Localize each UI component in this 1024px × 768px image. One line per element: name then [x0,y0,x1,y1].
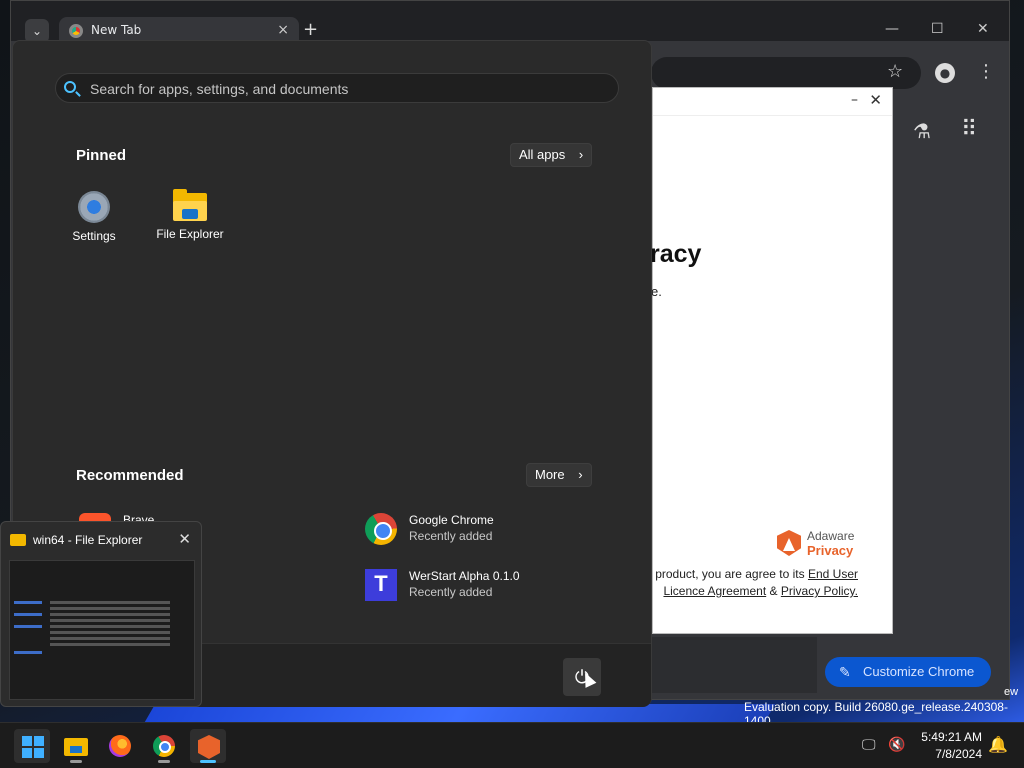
recommended-item-werstart[interactable]: T WerStart Alpha 0.1.0 Recently added [365,567,605,607]
adaware-titlebar: – ✕ [653,88,892,116]
adaware-close-button[interactable]: ✕ [869,91,882,109]
tab-close-icon[interactable]: × [277,22,289,38]
adaware-minimize-button[interactable]: – [851,92,858,108]
adaware-legal-text: product, you are agree to its End User L… [648,566,858,600]
tab-title: New Tab [91,23,142,37]
all-apps-button[interactable]: All apps › [510,143,593,167]
all-apps-label: All apps [519,147,566,162]
start-search-box[interactable] [55,73,619,103]
ntp-shortcut-area [651,637,817,693]
minimize-button[interactable]: — [885,21,899,37]
maximize-button[interactable]: ☐ [931,21,944,37]
running-indicator [200,760,216,763]
adaware-brand-name: Adaware [807,529,855,543]
bookmark-star-icon[interactable]: ☆ [887,61,903,82]
adaware-installer-dialog: – ✕ racy e. Adaware Privacy product, you… [650,87,893,634]
recommended-item-name: Google Chrome [409,513,494,527]
more-button[interactable]: More › [526,463,592,487]
pencil-icon: ✎ [839,664,851,680]
chrome-favicon-icon [69,24,83,38]
customize-chrome-label: Customize Chrome [863,664,975,679]
google-apps-grid-icon[interactable]: ⠿ [961,117,977,142]
chrome-icon [153,735,175,757]
werstart-icon: T [365,569,397,601]
chrome-menu-icon[interactable]: ⋮ [977,61,995,82]
thumbnail-title: win64 - File Explorer [33,533,143,547]
pinned-title: Pinned [76,147,127,164]
taskbar-clock[interactable]: 5:49:21 AM 7/8/2024 [921,729,982,763]
volume-muted-icon[interactable]: 🔇 [888,737,905,753]
thumbnail-window-preview [9,560,195,700]
running-indicator [158,760,170,763]
running-indicator [70,760,82,763]
recommended-item-name: WerStart Alpha 0.1.0 [409,569,520,583]
taskbar-chrome[interactable] [146,729,182,763]
folder-icon [10,534,26,546]
taskbar-firefox[interactable] [102,729,138,763]
recommended-item-subtitle: Recently added [409,585,493,599]
more-label: More [535,467,565,482]
adaware-subtitle: e. [651,284,662,299]
google-chrome-icon [365,513,397,545]
network-icon[interactable]: 🖵 [862,737,876,753]
profile-avatar-icon[interactable]: ● [935,63,955,83]
new-tab-button[interactable]: + [303,19,318,40]
legal-and: & [766,584,781,598]
firefox-icon [109,735,131,757]
taskbar-start-button[interactable] [14,729,50,763]
chevron-right-icon: › [578,467,583,482]
pinned-app-settings[interactable]: Settings [49,191,139,243]
recommended-title: Recommended [76,467,184,484]
settings-gear-icon [78,191,110,223]
adaware-brand-product: Privacy [807,543,854,558]
chrome-tab-bar: ⌄ New Tab × + — ☐ ✕ [11,1,1009,45]
adaware-heading: racy [650,240,702,268]
adaware-shield-icon [777,530,801,556]
adaware-icon [198,735,220,759]
clock-time: 5:49:21 AM [921,730,982,744]
labs-flask-icon[interactable]: ⚗ [913,119,931,143]
pinned-app-label: File Explorer [156,227,224,241]
customize-chrome-button[interactable]: ✎ Customize Chrome [825,657,991,687]
taskbar-adaware[interactable] [190,729,226,763]
legal-prefix: product, you are agree to its [655,567,808,581]
evaluation-watermark-partial: ew [1004,686,1019,698]
file-explorer-thumbnail-preview[interactable]: win64 - File Explorer ✕ [0,521,202,707]
file-explorer-icon [64,738,88,756]
pinned-app-label: Settings [72,229,116,243]
address-bar[interactable] [651,57,921,89]
recommended-item-google-chrome[interactable]: Google Chrome Recently added [365,511,605,551]
recommended-item-subtitle: Recently added [409,529,493,543]
taskbar: 🖵 🔇 5:49:21 AM 7/8/2024 🔔 [0,722,1024,768]
clock-date: 7/8/2024 [935,747,982,761]
taskbar-file-explorer[interactable] [58,729,94,763]
file-explorer-folder-icon [173,189,207,221]
privacy-policy-link[interactable]: Privacy Policy. [781,584,858,598]
notification-bell-icon[interactable]: 🔔 [988,735,1008,754]
pinned-app-file-explorer[interactable]: File Explorer [145,189,235,241]
close-window-button[interactable]: ✕ [977,21,989,37]
chevron-right-icon: › [578,147,584,162]
search-icon [64,81,76,93]
adaware-privacy-logo: Adaware Privacy [777,528,867,560]
windows-logo-icon [22,736,44,758]
start-search-input[interactable] [90,79,590,99]
thumbnail-close-icon[interactable]: ✕ [178,530,191,548]
